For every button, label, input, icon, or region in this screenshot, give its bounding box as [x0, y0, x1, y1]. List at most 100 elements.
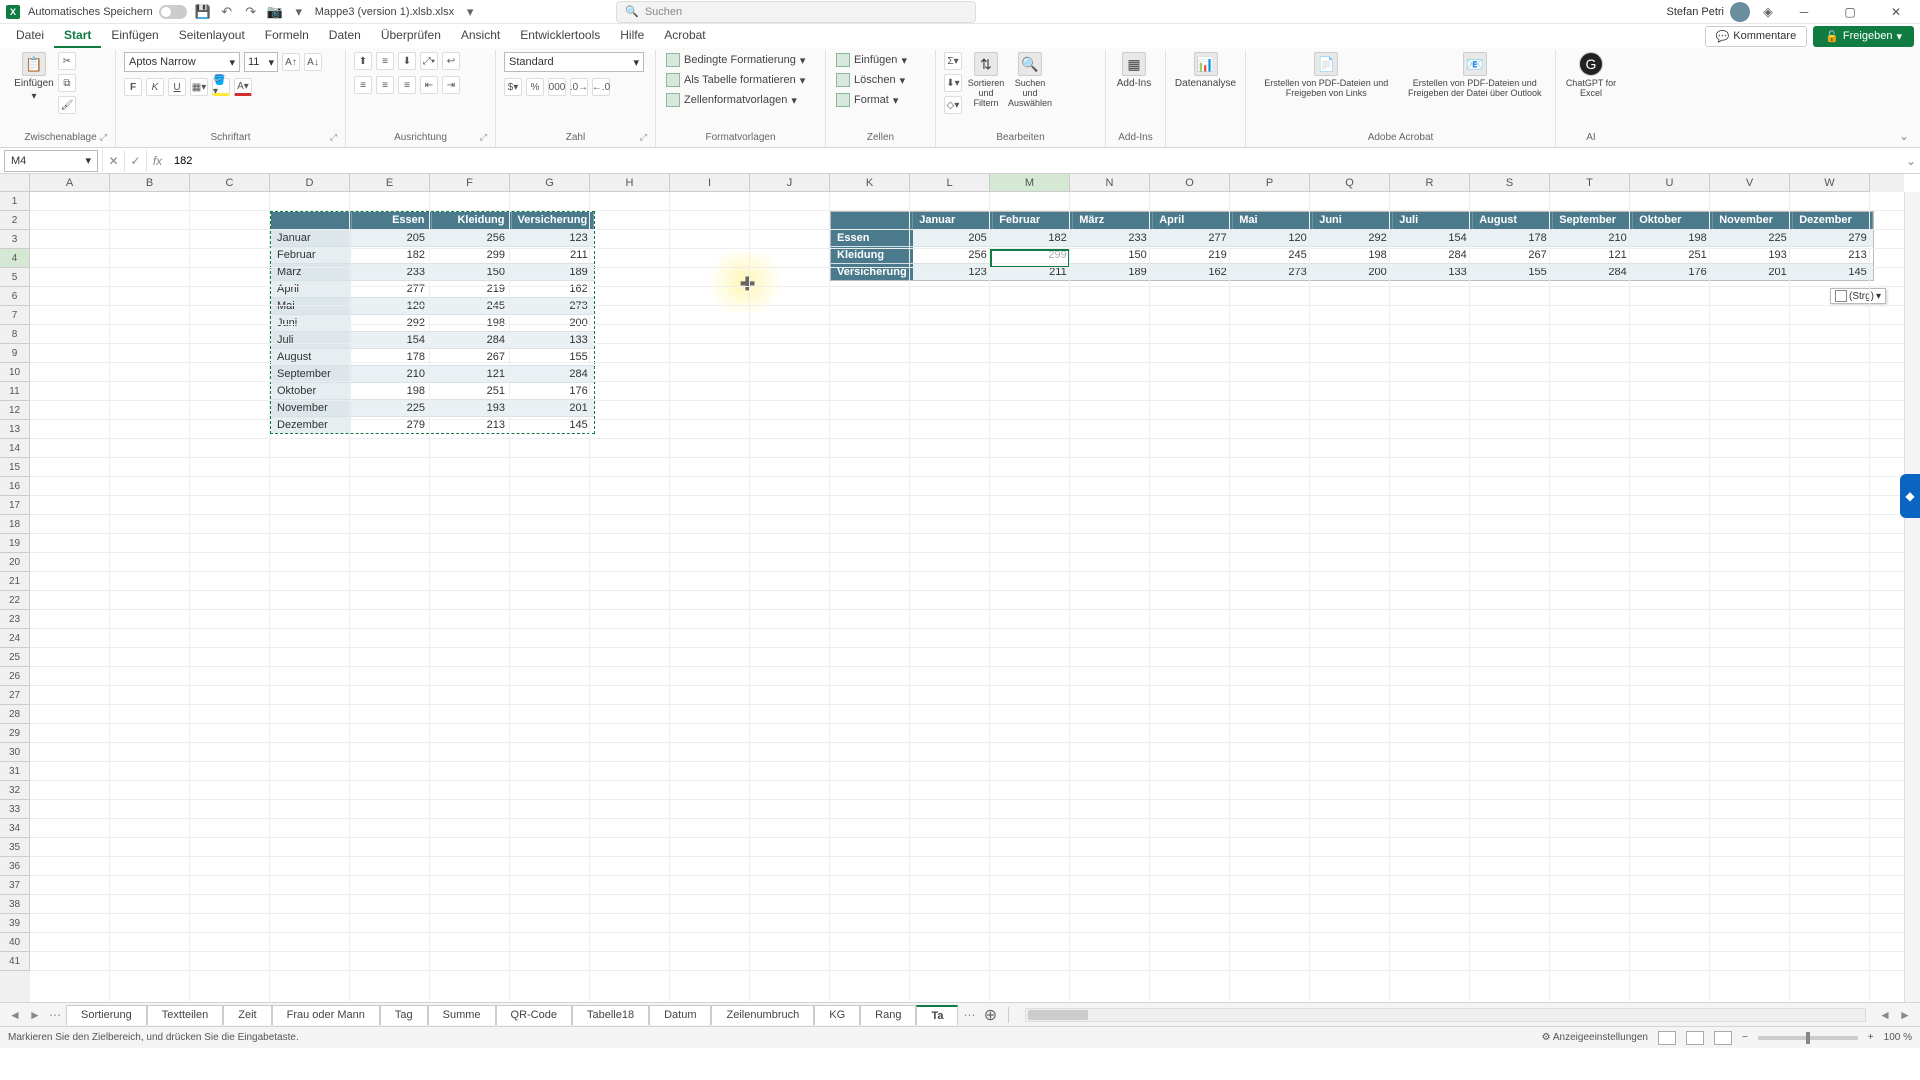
row-header[interactable]: 13: [0, 420, 30, 439]
align-middle-icon[interactable]: ≡: [376, 52, 394, 70]
sheet-tab[interactable]: Ta: [916, 1005, 958, 1025]
row-header[interactable]: 8: [0, 325, 30, 344]
row-header[interactable]: 15: [0, 458, 30, 477]
horizontal-scrollbar[interactable]: [1025, 1008, 1866, 1022]
add-sheet-button[interactable]: ⊕: [980, 1005, 1000, 1025]
col-header[interactable]: P: [1230, 174, 1310, 192]
number-format-select[interactable]: Standard▾: [504, 52, 644, 72]
search-box[interactable]: 🔍 Suchen: [616, 1, 976, 23]
row-header[interactable]: 7: [0, 306, 30, 325]
tab-einfügen[interactable]: Einfügen: [101, 24, 168, 48]
col-header[interactable]: F: [430, 174, 510, 192]
side-panel-tab[interactable]: ◆: [1900, 474, 1920, 518]
row-header[interactable]: 14: [0, 439, 30, 458]
addins-button[interactable]: ▦Add-Ins: [1114, 52, 1154, 89]
bold-button[interactable]: F: [124, 78, 142, 96]
row-header[interactable]: 32: [0, 781, 30, 800]
row-header[interactable]: 20: [0, 553, 30, 572]
tab-datei[interactable]: Datei: [6, 24, 54, 48]
row-header[interactable]: 18: [0, 515, 30, 534]
cells-area[interactable]: ✚ EssenKleidungVersicherungJanuar2052561…: [30, 192, 1904, 1002]
col-header[interactable]: G: [510, 174, 590, 192]
comma-icon[interactable]: 000: [548, 78, 566, 96]
sheet-all-icon[interactable]: ⋯: [46, 1006, 64, 1024]
align-center-icon[interactable]: ≡: [376, 76, 394, 94]
currency-icon[interactable]: $▾: [504, 78, 522, 96]
launcher-icon[interactable]: ⤢: [640, 132, 647, 143]
row-header[interactable]: 23: [0, 610, 30, 629]
formula-input[interactable]: [168, 150, 1902, 172]
col-header[interactable]: U: [1630, 174, 1710, 192]
autosum-icon[interactable]: Σ▾: [944, 52, 962, 70]
row-header[interactable]: 21: [0, 572, 30, 591]
col-header[interactable]: O: [1150, 174, 1230, 192]
row-header[interactable]: 41: [0, 952, 30, 971]
italic-button[interactable]: K: [146, 78, 164, 96]
sheet-tab[interactable]: Rang: [860, 1005, 916, 1025]
cell-styles-button[interactable]: Zellenformatvorlagen ▾: [664, 92, 807, 108]
comments-button[interactable]: 💬 Kommentare: [1705, 26, 1808, 47]
col-header[interactable]: M: [990, 174, 1070, 192]
row-header[interactable]: 29: [0, 724, 30, 743]
row-headers[interactable]: 1234567891011121314151617181920212223242…: [0, 192, 30, 1002]
format-as-table-button[interactable]: Als Tabelle formatieren ▾: [664, 72, 807, 88]
row-header[interactable]: 36: [0, 857, 30, 876]
share-button[interactable]: 🔓 Freigeben ▾: [1813, 26, 1914, 47]
enter-icon[interactable]: ✓: [124, 150, 146, 172]
sheet-more-icon[interactable]: ⋯: [960, 1006, 978, 1024]
tab-hilfe[interactable]: Hilfe: [610, 24, 654, 48]
row-header[interactable]: 16: [0, 477, 30, 496]
col-header[interactable]: N: [1070, 174, 1150, 192]
col-header[interactable]: Q: [1310, 174, 1390, 192]
row-header[interactable]: 17: [0, 496, 30, 515]
col-header[interactable]: C: [190, 174, 270, 192]
sheet-tab[interactable]: KG: [814, 1005, 860, 1025]
row-header[interactable]: 30: [0, 743, 30, 762]
row-header[interactable]: 35: [0, 838, 30, 857]
select-all-button[interactable]: [0, 174, 30, 192]
cut-icon[interactable]: ✂: [58, 52, 76, 70]
align-top-icon[interactable]: ⬆: [354, 52, 372, 70]
document-title[interactable]: Mappe3 (version 1).xlsb.xlsx: [315, 6, 454, 18]
row-header[interactable]: 3: [0, 230, 30, 249]
increase-indent-icon[interactable]: ⇥: [442, 76, 460, 94]
font-size-select[interactable]: 11▾: [244, 52, 278, 72]
sheet-prev-icon[interactable]: ◄: [6, 1006, 24, 1024]
underline-button[interactable]: U: [168, 78, 186, 96]
row-header[interactable]: 22: [0, 591, 30, 610]
zoom-out-icon[interactable]: −: [1742, 1032, 1748, 1043]
undo-icon[interactable]: ↶: [219, 4, 235, 20]
row-header[interactable]: 12: [0, 401, 30, 420]
tab-ansicht[interactable]: Ansicht: [451, 24, 510, 48]
row-header[interactable]: 11: [0, 382, 30, 401]
fill-color-button[interactable]: 🪣▾: [212, 78, 230, 96]
launcher-icon[interactable]: ⤢: [100, 132, 107, 143]
chatgpt-button[interactable]: GChatGPT for Excel: [1564, 52, 1618, 98]
col-header[interactable]: K: [830, 174, 910, 192]
paste-options-tag[interactable]: (Strg) ▾: [1830, 288, 1886, 304]
col-header[interactable]: H: [590, 174, 670, 192]
zoom-in-icon[interactable]: +: [1868, 1032, 1874, 1043]
tab-entwicklertools[interactable]: Entwicklertools: [510, 24, 610, 48]
collapse-ribbon-icon[interactable]: ⌄: [1894, 50, 1914, 147]
minimize-button[interactable]: ─: [1786, 0, 1822, 24]
row-header[interactable]: 24: [0, 629, 30, 648]
row-header[interactable]: 38: [0, 895, 30, 914]
font-name-select[interactable]: Aptos Narrow▾: [124, 52, 240, 72]
tab-seitenlayout[interactable]: Seitenlayout: [169, 24, 255, 48]
insert-cells-button[interactable]: Einfügen ▾: [834, 52, 909, 68]
scroll-left-icon[interactable]: ◄: [1876, 1006, 1894, 1024]
row-header[interactable]: 1: [0, 192, 30, 211]
row-header[interactable]: 34: [0, 819, 30, 838]
fx-icon[interactable]: fx: [146, 150, 168, 172]
col-header[interactable]: J: [750, 174, 830, 192]
format-painter-icon[interactable]: 🖌: [58, 96, 76, 114]
launcher-icon[interactable]: ⤢: [330, 132, 337, 143]
format-cells-button[interactable]: Format ▾: [834, 92, 909, 108]
row-header[interactable]: 31: [0, 762, 30, 781]
row-header[interactable]: 25: [0, 648, 30, 667]
pdf-share-link-button[interactable]: 📄Erstellen von PDF-Dateien und Freigeben…: [1254, 52, 1399, 98]
row-header[interactable]: 6: [0, 287, 30, 306]
percent-icon[interactable]: %: [526, 78, 544, 96]
find-select-button[interactable]: 🔍Suchen und Auswählen: [1010, 52, 1050, 108]
